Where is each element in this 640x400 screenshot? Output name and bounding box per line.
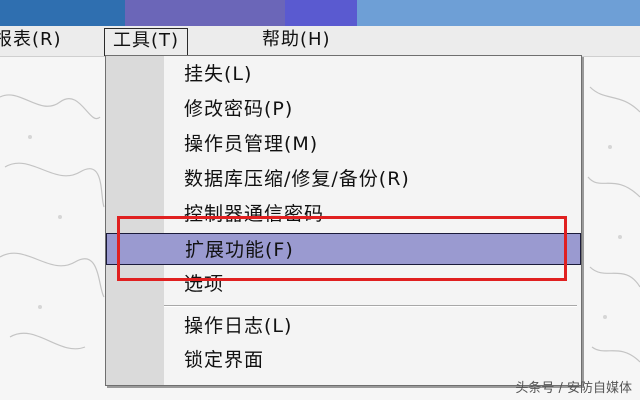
menu-item-change-password[interactable]: 修改密码(P) — [106, 93, 581, 125]
menu-item-database-maintenance[interactable]: 数据库压缩/修复/备份(R) — [106, 163, 581, 195]
menu-tools[interactable]: 工具(T) — [104, 28, 189, 56]
menu-item-label: 数据库压缩/修复/备份(R) — [184, 168, 410, 190]
title-bar-strip — [0, 0, 640, 26]
strip-segment — [285, 0, 357, 26]
menu-item-label: 操作员管理(M) — [184, 133, 319, 155]
watermark: 头条号 / 安防自媒体 — [515, 381, 632, 396]
annotation-highlight-box — [117, 216, 567, 281]
menu-item-lock-screen[interactable]: 锁定界面 — [106, 344, 581, 376]
menu-item-operator-management[interactable]: 操作员管理(M) — [106, 128, 581, 160]
menu-item-label: 挂失(L) — [184, 63, 253, 85]
menubar: 报表(R) 工具(T) 帮助(H) — [0, 26, 640, 57]
menu-item-operation-log[interactable]: 操作日志(L) — [106, 310, 581, 342]
strip-segment — [0, 0, 125, 26]
menu-item-label: 锁定界面 — [184, 349, 265, 371]
menu-item-label: 修改密码(P) — [184, 98, 294, 120]
strip-segment — [357, 0, 640, 26]
menu-separator — [164, 305, 577, 307]
menu-report[interactable]: 报表(R) — [0, 28, 62, 52]
strip-segment — [125, 0, 285, 26]
menu-item-report-loss[interactable]: 挂失(L) — [106, 58, 581, 90]
menu-item-label: 操作日志(L) — [184, 315, 293, 337]
menu-help[interactable]: 帮助(H) — [262, 28, 331, 52]
